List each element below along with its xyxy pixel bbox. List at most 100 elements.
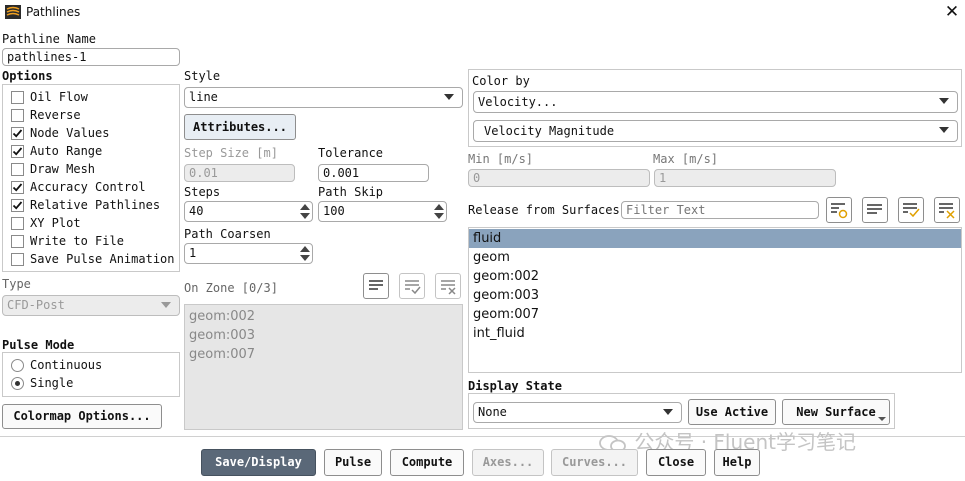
type-select: CFD-Post [2,295,180,316]
style-select[interactable]: line [184,87,463,108]
pathline-name-label: Pathline Name [2,32,96,46]
spin-up-icon[interactable] [300,203,310,211]
clear-list-button[interactable] [435,273,461,299]
option-checkbox[interactable]: Oil Flow [11,88,88,106]
option-label: Reverse [30,108,81,122]
help-button[interactable]: Help [714,449,760,476]
new-surface-button[interactable]: New Surface [782,399,890,425]
option-label: XY Plot [30,216,81,230]
style-value: line [189,90,218,104]
checkbox-icon[interactable] [11,108,24,122]
option-checkbox[interactable]: Write to File [11,232,124,250]
checkbox-icon[interactable] [11,216,24,230]
pulse-button[interactable]: Pulse [324,449,382,476]
close-icon[interactable]: ✕ [943,3,961,21]
spin-up-icon[interactable] [434,203,444,211]
pulse-mode-radio[interactable]: Single [11,374,73,392]
path-coarsen-label: Path Coarsen [184,227,271,241]
on-zone-list[interactable]: geom:002 geom:003 geom:007 [184,304,463,430]
new-surface-label: New Surface [796,405,876,419]
path-skip-label: Path Skip [318,185,384,199]
checkbox-icon[interactable] [11,162,24,176]
option-checkbox[interactable]: Auto Range [11,142,102,160]
style-label: Style [184,69,221,83]
color-by-sub-value: Velocity Magnitude [484,124,615,138]
list-item[interactable]: int_fluid [469,324,961,343]
tolerance-input[interactable]: 0.001 [318,164,429,182]
option-label: Relative Pathlines [30,198,161,212]
match-button[interactable] [826,197,852,223]
use-active-button[interactable]: Use Active [688,399,776,425]
chevron-down-icon [663,409,673,415]
checkbox-checked-icon[interactable] [11,144,24,158]
display-state-select[interactable]: None [473,402,682,423]
path-coarsen-stepper[interactable]: 1 [184,243,313,264]
list-item[interactable]: geom [469,248,961,267]
spin-down-icon[interactable] [300,254,310,262]
curves-button[interactable]: Curves... [551,449,638,476]
checkbox-icon[interactable] [11,90,24,104]
checkbox-checked-icon[interactable] [11,126,24,140]
list-item[interactable]: geom:007 [185,345,462,364]
list-clear-icon [441,280,456,295]
chevron-down-icon [939,98,949,104]
type-label: Type [2,277,31,291]
option-checkbox[interactable]: Relative Pathlines [11,196,160,214]
display-state-value: None [478,405,507,419]
list-item[interactable]: geom:003 [469,286,961,305]
list-item[interactable]: geom:007 [469,305,961,324]
spin-up-icon[interactable] [300,245,310,253]
option-checkbox[interactable]: Reverse [11,106,81,124]
list-check-icon [405,280,421,295]
check-surfaces-button[interactable] [898,197,924,223]
pathline-name-input[interactable]: pathlines-1 [2,48,180,66]
select-all-button[interactable] [363,273,389,299]
close-button[interactable]: Close [646,449,706,476]
color-by-select[interactable]: Velocity... [473,91,958,113]
list-item[interactable]: geom:003 [185,326,462,345]
options-label: Options [2,69,53,83]
color-by-sub-select[interactable]: Velocity Magnitude [473,120,958,142]
attributes-button[interactable]: Attributes... [184,114,296,140]
clear-surfaces-button[interactable] [934,197,960,223]
window-title: Pathlines [26,5,81,19]
option-checkbox[interactable]: Accuracy Control [11,178,146,196]
radio-selected-icon[interactable] [11,376,24,390]
colormap-options-button[interactable]: Colormap Options... [2,404,162,429]
filter-text-input[interactable] [621,201,819,219]
type-value: CFD-Post [7,298,65,312]
chevron-down-icon [444,94,454,100]
checkbox-icon[interactable] [11,252,24,266]
pulse-mode-radio[interactable]: Continuous [11,356,102,374]
checkbox-checked-icon[interactable] [11,198,24,212]
path-coarsen-value: 1 [189,246,197,260]
option-checkbox[interactable]: Save Pulse Animation [11,250,175,268]
checkbox-checked-icon[interactable] [11,180,24,194]
list-item[interactable]: fluid [469,229,961,248]
radio-icon[interactable] [11,358,24,372]
list-item[interactable]: geom:002 [469,267,961,286]
compute-button[interactable]: Compute [390,449,464,476]
option-label: Auto Range [30,144,103,158]
step-size-input: 0.01 [184,164,295,182]
check-list-button[interactable] [399,273,425,299]
axes-button[interactable]: Axes... [472,449,544,476]
option-checkbox[interactable]: XY Plot [11,214,81,232]
list-clear-icon [939,203,955,219]
chevron-down-icon [161,302,171,308]
checkbox-icon[interactable] [11,234,24,248]
select-all-surfaces-button[interactable] [862,197,888,223]
min-input: 0 [468,169,650,187]
spin-down-icon[interactable] [300,212,310,220]
option-label: Oil Flow [30,90,88,104]
option-label: Node Values [30,126,110,140]
steps-stepper[interactable]: 40 [184,201,313,222]
spin-down-icon[interactable] [434,212,444,220]
option-label: Write to File [30,234,124,248]
save-display-button[interactable]: Save/Display [201,449,316,476]
option-checkbox[interactable]: Draw Mesh [11,160,95,178]
list-item[interactable]: geom:002 [185,307,462,326]
path-skip-stepper[interactable]: 100 [318,201,447,222]
option-checkbox[interactable]: Node Values [11,124,109,142]
release-surfaces-list[interactable]: fluid geom geom:002 geom:003 geom:007 int_flu… [468,227,962,373]
